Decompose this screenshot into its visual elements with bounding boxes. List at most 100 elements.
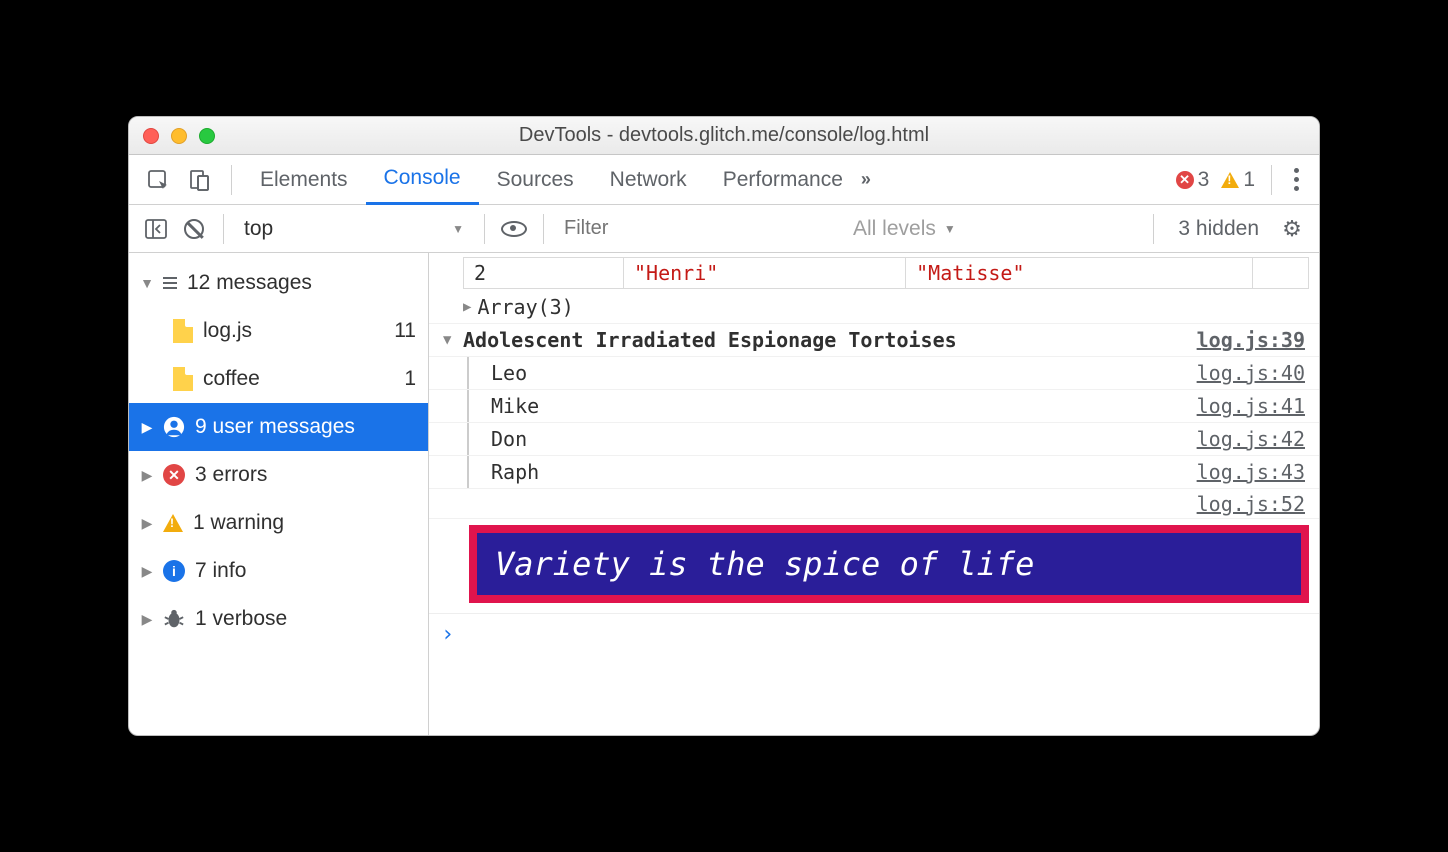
clear-console-icon[interactable] [175, 210, 213, 248]
chevron-down-icon: ▼ [443, 332, 451, 348]
log-text: Leo [491, 361, 527, 385]
inspect-element-icon[interactable] [143, 165, 173, 195]
console-toolbar: top ▼ All levels ▼ 3 hidden ⚙ [129, 205, 1319, 253]
warning-icon [163, 514, 183, 532]
group-bar [467, 357, 469, 389]
sidebar-item-label: 3 errors [195, 463, 416, 487]
divider [223, 214, 224, 244]
console-group-header[interactable]: ▼ Adolescent Irradiated Espionage Tortoi… [429, 324, 1319, 357]
list-icon [163, 277, 177, 289]
panel-tabs: Elements Console Sources Network Perform… [129, 155, 1319, 205]
group-bar [467, 423, 469, 455]
device-toolbar-icon[interactable] [185, 165, 215, 195]
chevron-right-icon: ▶ [141, 467, 153, 484]
chevron-right-icon: ▶ [141, 419, 153, 436]
console-sidebar: ▼ 12 messages log.js 11 coffee 1 ▶ 9 use… [129, 253, 429, 735]
console-log-line[interactable]: Don log.js:42 [429, 423, 1319, 456]
bug-icon [163, 608, 185, 630]
source-link[interactable]: log.js:41 [1197, 394, 1305, 418]
warning-icon [1221, 172, 1239, 188]
console-log-line[interactable]: Leo log.js:40 [429, 357, 1319, 390]
table-cell: "Henri" [624, 258, 906, 289]
error-icon: ✕ [1176, 171, 1194, 189]
console-log-line[interactable]: Mike log.js:41 [429, 390, 1319, 423]
tab-performance[interactable]: Performance [705, 155, 861, 205]
chevron-right-icon: ▶ [463, 299, 471, 315]
titlebar: DevTools - devtools.glitch.me/console/lo… [129, 117, 1319, 155]
log-text: Don [491, 427, 527, 451]
group-bar [467, 456, 469, 488]
file-icon [173, 367, 193, 391]
maximize-window-button[interactable] [199, 128, 215, 144]
sidebar-item-label: 7 info [195, 559, 416, 583]
minimize-window-button[interactable] [171, 128, 187, 144]
console-output: 2 "Henri" "Matisse" ▶ Array(3) ▼ Adolesc… [429, 253, 1319, 735]
sidebar-item-messages[interactable]: ▼ 12 messages [129, 259, 428, 307]
divider [543, 214, 544, 244]
tab-sources[interactable]: Sources [479, 155, 592, 205]
sidebar-item-info[interactable]: ▶ i 7 info [129, 547, 428, 595]
sidebar-item-user-messages[interactable]: ▶ 9 user messages [129, 403, 428, 451]
window-title: DevTools - devtools.glitch.me/console/lo… [129, 124, 1319, 147]
console-table: 2 "Henri" "Matisse" [463, 257, 1309, 289]
chevron-right-icon: ▶ [141, 515, 153, 532]
hidden-count[interactable]: 3 hidden [1164, 217, 1273, 241]
divider [1153, 214, 1154, 244]
console-prompt[interactable]: › [429, 613, 1319, 655]
levels-label: All levels [853, 217, 936, 241]
source-link[interactable]: log.js:43 [1197, 460, 1305, 484]
tab-elements[interactable]: Elements [242, 155, 366, 205]
console-array-line[interactable]: ▶ Array(3) [429, 291, 1319, 324]
errors-badge[interactable]: ✕ 3 [1170, 168, 1216, 192]
sidebar-item-label: 9 user messages [195, 415, 416, 439]
gear-icon[interactable]: ⚙ [1273, 210, 1311, 248]
log-text: Raph [491, 460, 539, 484]
console-log-line[interactable]: Raph log.js:43 [429, 456, 1319, 489]
chevron-right-icon: ▶ [141, 563, 153, 580]
divider [1271, 165, 1272, 195]
window-controls [129, 128, 215, 144]
table-cell: "Matisse" [906, 258, 1253, 289]
warnings-badge[interactable]: 1 [1215, 168, 1261, 192]
chevron-right-icon: ▶ [141, 611, 153, 628]
close-window-button[interactable] [143, 128, 159, 144]
user-icon [163, 416, 185, 438]
sidebar-file-logjs[interactable]: log.js 11 [129, 307, 428, 355]
warnings-count: 1 [1243, 168, 1255, 192]
sidebar-file-coffee[interactable]: coffee 1 [129, 355, 428, 403]
chevron-down-icon: ▼ [944, 222, 956, 236]
filter-input[interactable] [554, 217, 839, 240]
toggle-sidebar-icon[interactable] [137, 210, 175, 248]
log-levels-selector[interactable]: All levels ▼ [839, 217, 970, 241]
sidebar-file-name: log.js [203, 319, 384, 343]
tab-network[interactable]: Network [592, 155, 705, 205]
file-icon [173, 319, 193, 343]
sidebar-item-errors[interactable]: ▶ ✕ 3 errors [129, 451, 428, 499]
sidebar-item-label: 1 warning [193, 511, 416, 535]
source-link[interactable]: log.js:40 [1197, 361, 1305, 385]
sidebar-file-count: 11 [394, 319, 416, 343]
table-cell-index: 2 [464, 258, 624, 289]
sidebar-item-verbose[interactable]: ▶ 1 verbose [129, 595, 428, 643]
kebab-menu-icon[interactable] [1282, 168, 1311, 191]
error-icon: ✕ [163, 464, 185, 486]
devtools-window: DevTools - devtools.glitch.me/console/lo… [128, 116, 1320, 736]
group-bar [467, 390, 469, 422]
table-cell-empty [1252, 258, 1308, 289]
source-link[interactable]: log.js:39 [1197, 328, 1305, 352]
sidebar-item-label: 12 messages [187, 271, 416, 295]
console-log-line[interactable]: log.js:52 [429, 489, 1319, 519]
group-title: Adolescent Irradiated Espionage Tortoise… [463, 328, 957, 352]
chevron-down-icon: ▼ [141, 275, 153, 291]
live-expression-icon[interactable] [495, 210, 533, 248]
sidebar-item-warning[interactable]: ▶ 1 warning [129, 499, 428, 547]
source-link[interactable]: log.js:42 [1197, 427, 1305, 451]
divider [484, 214, 485, 244]
context-selector[interactable]: top ▼ [234, 217, 474, 241]
tab-console[interactable]: Console [366, 155, 479, 205]
divider [231, 165, 232, 195]
context-label: top [244, 217, 273, 241]
source-link[interactable]: log.js:52 [1197, 492, 1305, 516]
tabs-overflow-button[interactable]: » [861, 169, 871, 190]
table-row[interactable]: 2 "Henri" "Matisse" [464, 258, 1309, 289]
